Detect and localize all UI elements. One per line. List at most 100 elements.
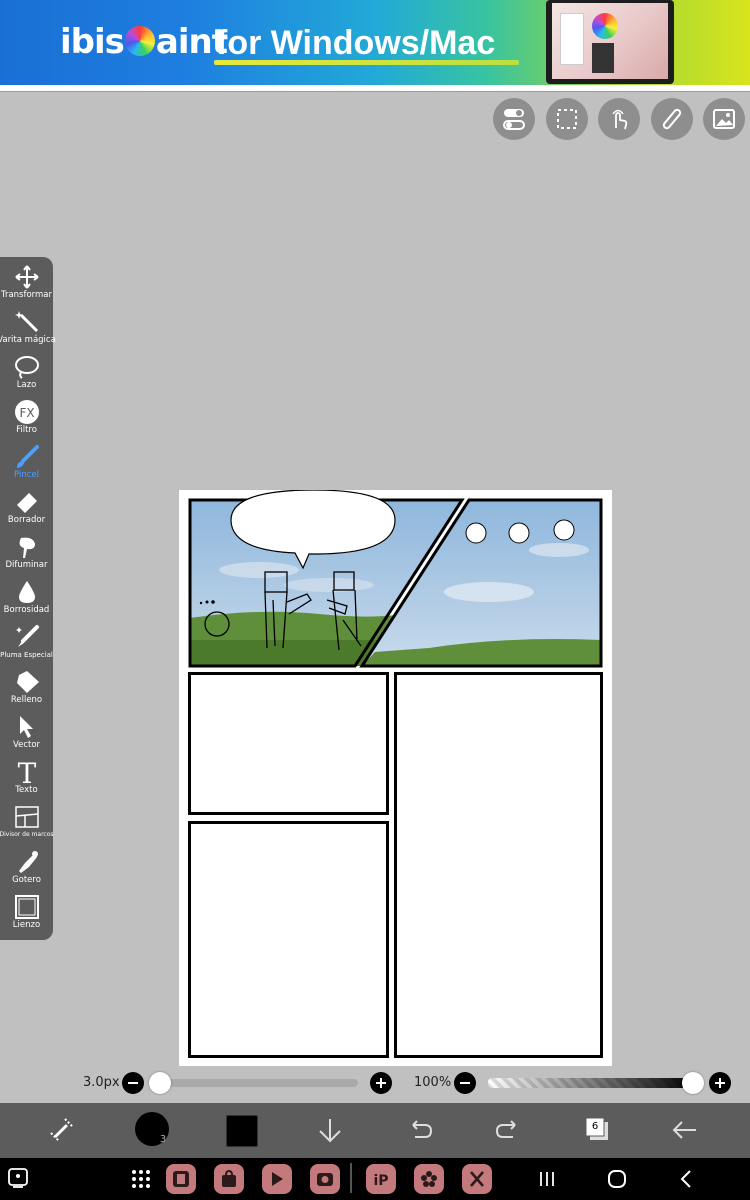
tool-label: Pluma Especial: [0, 651, 53, 659]
app-icon-play-store[interactable]: [262, 1164, 292, 1194]
chevron-left-icon: [680, 1170, 691, 1188]
slider-thumb[interactable]: [682, 1072, 704, 1094]
vector-cursor-icon: [19, 716, 33, 738]
brush-size-increase-button[interactable]: [370, 1072, 392, 1094]
tool-eyedropper[interactable]: Gotero: [0, 847, 53, 892]
system-back-button[interactable]: [674, 1166, 700, 1192]
opacity-decrease-button[interactable]: [454, 1072, 476, 1094]
tool-fill[interactable]: Relleno: [0, 667, 53, 712]
redo-button[interactable]: [493, 1115, 523, 1145]
ibispaint-icon: iP: [373, 1173, 388, 1189]
opacity-slider[interactable]: [488, 1072, 704, 1094]
tool-label: Lazo: [16, 380, 37, 390]
back-button[interactable]: [670, 1115, 700, 1145]
flower-icon: [421, 1171, 437, 1187]
tool-blur[interactable]: Borrosidad: [0, 577, 53, 622]
banner-brand: ibis aint: [60, 22, 228, 62]
brand-prefix: ibis: [60, 22, 125, 62]
comic-panel: [188, 821, 389, 1058]
tool-vector[interactable]: Vector: [0, 712, 53, 757]
import-button[interactable]: [315, 1115, 345, 1145]
text-icon: T: [17, 759, 36, 785]
svg-text:3: 3: [160, 1134, 166, 1145]
app-icon-x[interactable]: [462, 1164, 492, 1194]
tool-label: Vector: [12, 740, 41, 750]
app-icon-camera[interactable]: [310, 1164, 340, 1194]
slider-thumb[interactable]: [149, 1072, 171, 1094]
recent-apps-button[interactable]: [534, 1166, 560, 1192]
x-logo-icon: [470, 1171, 484, 1187]
tool-label: Lienzo: [12, 920, 41, 930]
undo-button[interactable]: [405, 1115, 435, 1145]
recent-apps-icon: [540, 1172, 554, 1186]
minus-icon: [460, 1082, 470, 1084]
eraser-icon: [16, 493, 37, 513]
undo-icon: [412, 1120, 433, 1138]
lasso-icon: [14, 356, 39, 379]
smudge-icon: [19, 537, 35, 558]
home-button[interactable]: [604, 1166, 630, 1192]
brush-preview-button[interactable]: 3: [135, 1112, 169, 1146]
quick-menu-button[interactable]: [47, 1115, 77, 1145]
toggle-button[interactable]: [493, 98, 535, 140]
comic-panel: [188, 672, 389, 815]
brush-size-slider[interactable]: [149, 1072, 358, 1094]
tool-label: Relleno: [10, 695, 43, 705]
brush-icon: [16, 445, 39, 468]
frame-divider-icon: [14, 806, 39, 828]
app-drawer-button[interactable]: [128, 1166, 154, 1192]
toggle-switch-icon: [503, 109, 525, 130]
banner-divider: [0, 85, 750, 92]
taskbar-apps-button[interactable]: [4, 1164, 32, 1192]
play-store-icon: [272, 1172, 283, 1186]
minus-icon: [128, 1082, 138, 1084]
app-icon-store[interactable]: [214, 1164, 244, 1194]
hand-touch-icon: [612, 109, 628, 130]
touch-button[interactable]: [598, 98, 640, 140]
tool-label: Varita mágica: [0, 335, 56, 345]
tool-label: Borrosidad: [3, 605, 50, 615]
camera-icon: [317, 1173, 333, 1186]
tool-eraser[interactable]: Borrador: [0, 487, 53, 532]
ruler-button[interactable]: [651, 98, 693, 140]
color-swatch-button[interactable]: [226, 1115, 258, 1147]
drawing-canvas[interactable]: [179, 490, 612, 1066]
tool-special-pen[interactable]: Pluma Especial: [0, 622, 53, 667]
opacity-value: 100%: [414, 1075, 452, 1090]
brush-swap-icon: [50, 1118, 74, 1142]
selection-button[interactable]: [546, 98, 588, 140]
arrow-down-icon: [319, 1119, 341, 1143]
tool-smudge[interactable]: Difuminar: [0, 532, 53, 577]
reference-image-button[interactable]: [703, 98, 745, 140]
tool-magic-wand[interactable]: Varita mágica: [0, 307, 56, 352]
tool-label: Divisor de marcos: [0, 831, 54, 838]
grid-dots-icon: [132, 1170, 150, 1188]
color-wheel-logo-icon: [124, 26, 155, 56]
tool-brush[interactable]: Pincel: [0, 442, 53, 487]
tool-lasso[interactable]: Lazo: [0, 352, 53, 397]
ruler-icon: [662, 108, 682, 130]
app-icon-flower[interactable]: [414, 1164, 444, 1194]
tool-frame-divider[interactable]: Divisor de marcos: [0, 802, 54, 847]
svg-text:T: T: [17, 759, 36, 785]
brush-size-decrease-button[interactable]: [122, 1072, 144, 1094]
bottom-toolbar: [0, 1103, 750, 1158]
opacity-increase-button[interactable]: [709, 1072, 731, 1094]
laptop-screen-preview: [552, 3, 668, 79]
tool-label: Texto: [15, 785, 38, 795]
brush-preview-icon: 3: [160, 1134, 166, 1145]
tool-canvas[interactable]: Lienzo: [0, 892, 53, 937]
tool-text[interactable]: T Texto: [0, 757, 53, 802]
app-icon-1[interactable]: [166, 1164, 196, 1194]
tool-label: Difuminar: [5, 560, 48, 570]
tool-filter[interactable]: FX Filtro: [0, 397, 53, 442]
magic-wand-icon: [14, 311, 38, 333]
selection-icon: [557, 109, 577, 129]
tool-transform[interactable]: Transformar: [0, 262, 53, 307]
tool-label: Filtro: [16, 425, 37, 435]
layers-button[interactable]: 6: [583, 1115, 613, 1145]
brush-size-value: 3.0px: [83, 1075, 120, 1090]
app-icon-ibispaint[interactable]: iP: [366, 1164, 396, 1194]
arrow-left-icon: [672, 1121, 696, 1139]
plus-icon: [715, 1078, 725, 1088]
